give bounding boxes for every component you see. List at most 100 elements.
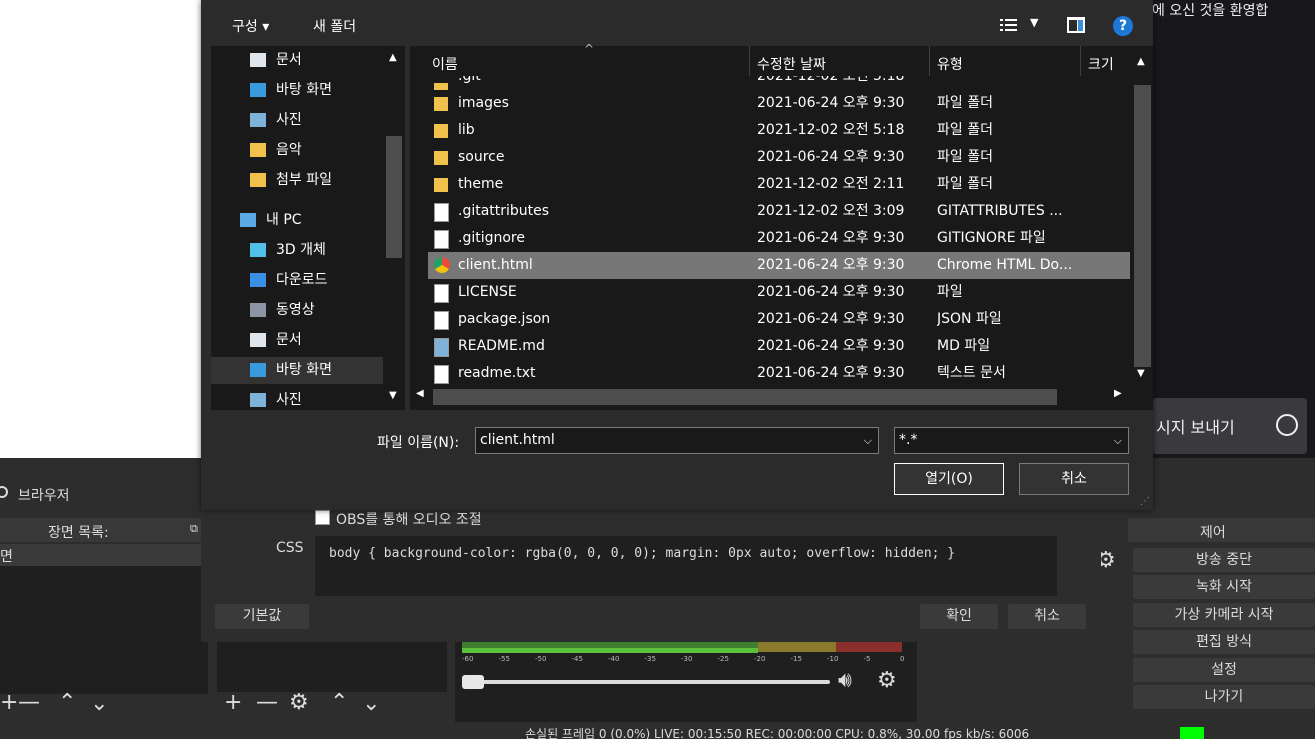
column-header: ^ 이름 수정한 날짜 유형 크기 xyxy=(410,42,1130,76)
remove-source-button[interactable]: — xyxy=(256,690,278,715)
props-cancel-button[interactable]: 취소 xyxy=(1008,604,1086,629)
pc-icon xyxy=(240,213,256,227)
scenes-list[interactable] xyxy=(0,544,208,694)
file-date: 2021-06-24 오후 9:30 xyxy=(757,230,905,246)
meter-tick-label: -30 xyxy=(681,655,693,663)
meter-tick-label: -60 xyxy=(462,655,474,663)
organize-button[interactable]: 구성 ▾ xyxy=(232,16,269,36)
file-row[interactable]: theme 2021-12-02 오전 2:11 파일 폴더 xyxy=(428,171,1130,198)
speaker-icon[interactable]: 🔊︎ xyxy=(838,668,852,693)
radio-icon xyxy=(0,486,8,498)
file-row[interactable]: README.md 2021-06-24 오후 9:30 MD 파일 xyxy=(428,333,1130,360)
file-row[interactable]: client.html 2021-06-24 오후 9:30 Chrome HTML… xyxy=(428,252,1130,279)
browser-source-tab[interactable]: 브라우저 xyxy=(0,482,200,506)
file-list-vscroll-thumb[interactable] xyxy=(1134,85,1151,367)
video-icon xyxy=(250,303,266,317)
scene-item[interactable]: 면 xyxy=(0,544,208,566)
stop-streaming-button[interactable]: 방송 중단 xyxy=(1133,548,1315,572)
nav-scroll-up-icon[interactable]: ▲ xyxy=(389,52,397,63)
preview-pane-icon[interactable] xyxy=(1067,17,1085,33)
file-scroll-down-icon[interactable]: ▼ xyxy=(1137,368,1145,379)
meter-tick-label: -50 xyxy=(535,655,547,663)
studio-mode-button[interactable]: 편집 방식 xyxy=(1133,630,1315,654)
file-row[interactable]: .git2021-12-02 오전 5:18파일 폴더 xyxy=(428,76,1130,90)
browser-source-label: 브라우저 xyxy=(18,488,70,504)
emoji-icon[interactable] xyxy=(1276,414,1298,436)
move-up-icon[interactable]: ⌃ xyxy=(58,690,76,715)
mixer-gear-icon[interactable]: ⚙ xyxy=(877,668,897,693)
file-row[interactable]: readme.txt 2021-06-24 오후 9:30 텍스트 문서 xyxy=(428,360,1130,387)
column-date[interactable]: 수정한 날짜 xyxy=(757,54,826,74)
sources-list[interactable] xyxy=(217,642,447,692)
file-row[interactable]: .gitignore 2021-06-24 오후 9:30 GITIGNORE 파일 xyxy=(428,225,1130,252)
file-scroll-left-icon[interactable]: ◀ xyxy=(416,388,424,399)
move-down-icon[interactable]: ⌃ xyxy=(90,688,108,713)
ok-button[interactable]: 확인 xyxy=(920,604,998,629)
nav-scroll-thumb[interactable] xyxy=(386,136,402,258)
file-name: package.json xyxy=(458,311,551,327)
chat-input-placeholder: 시지 보내기 xyxy=(1156,418,1235,437)
filename-input[interactable]: client.html ⌵ xyxy=(475,427,879,454)
status-bar: 손실된 프레임 0 (0.0%) LIVE: 00:15:50 REC: 00:… xyxy=(0,727,1315,739)
css-textarea[interactable]: body { background-color: rgba(0, 0, 0, 0… xyxy=(315,536,1057,596)
scenes-panel-header: 장면 목록: ⧉ xyxy=(0,518,208,542)
remove-scene-button[interactable]: — xyxy=(18,690,40,715)
markdown-icon xyxy=(434,338,449,357)
folder-icon xyxy=(250,173,266,187)
meter-tick-label: -5 xyxy=(863,655,871,663)
nav-scroll-down-icon[interactable]: ▼ xyxy=(389,390,397,401)
desktop-icon xyxy=(250,83,266,97)
css-label: CSS xyxy=(276,540,304,556)
file-name: .gitignore xyxy=(458,230,525,246)
start-virtual-camera-button[interactable]: 가상 카메라 시작 xyxy=(1133,603,1315,627)
filename-dropdown-chevron-icon[interactable]: ⌵ xyxy=(864,428,872,453)
help-icon[interactable]: ? xyxy=(1113,16,1133,36)
column-size[interactable]: 크기 xyxy=(1088,54,1114,74)
cancel-button[interactable]: 취소 xyxy=(1019,463,1129,495)
file-row[interactable]: lib 2021-12-02 오전 5:18 파일 폴더 xyxy=(428,117,1130,144)
exit-button[interactable]: 나가기 xyxy=(1133,685,1315,709)
file-list-hscroll-thumb[interactable] xyxy=(433,389,1057,405)
undock-icon[interactable]: ⧉ xyxy=(190,522,198,536)
volume-slider-track[interactable] xyxy=(462,680,830,684)
text-file-icon xyxy=(434,365,449,384)
column-type[interactable]: 유형 xyxy=(937,54,963,74)
file-type-filter-select[interactable]: *.* ⌵ xyxy=(894,427,1129,454)
source-up-icon[interactable]: ⌃ xyxy=(330,690,348,715)
new-folder-button[interactable]: 새 폴더 xyxy=(313,16,356,36)
view-dropdown-chevron-icon[interactable]: ▼ xyxy=(1030,16,1038,29)
start-recording-button[interactable]: 녹화 시작 xyxy=(1133,575,1315,599)
meter-tick-label: -35 xyxy=(644,655,656,663)
file-date: 2021-06-24 오후 9:30 xyxy=(757,311,905,327)
file-scroll-up-icon[interactable]: ▲ xyxy=(1137,56,1145,67)
file-row[interactable]: images 2021-06-24 오후 9:30 파일 폴더 xyxy=(428,90,1130,117)
volume-slider-handle[interactable] xyxy=(462,675,484,689)
file-date: 2021-06-24 오후 9:30 xyxy=(757,284,905,300)
view-options-icon[interactable] xyxy=(1000,18,1018,32)
source-down-icon[interactable]: ⌃ xyxy=(362,688,380,713)
column-name[interactable]: 이름 xyxy=(432,54,458,74)
settings-button[interactable]: 설정 xyxy=(1133,658,1315,682)
meter-tick-label: -40 xyxy=(608,655,620,663)
meter-tick-label: -25 xyxy=(717,655,729,663)
filter-dropdown-chevron-icon[interactable]: ⌵ xyxy=(1114,428,1122,453)
add-scene-button[interactable]: + xyxy=(0,690,18,715)
file-icon xyxy=(434,203,449,222)
file-row[interactable]: source 2021-06-24 오후 9:30 파일 폴더 xyxy=(428,144,1130,171)
file-type: 파일 폴더 xyxy=(937,176,993,192)
add-source-button[interactable]: + xyxy=(224,690,242,715)
file-row[interactable]: package.json 2021-06-24 오후 9:30 JSON 파일 xyxy=(428,306,1130,333)
file-row[interactable]: LICENSE 2021-06-24 오후 9:30 파일 xyxy=(428,279,1130,306)
chrome-icon xyxy=(434,257,450,273)
file-scroll-right-icon[interactable]: ▶ xyxy=(1114,388,1122,399)
file-row[interactable]: .gitattributes 2021-12-02 오전 3:09 GITATTRI… xyxy=(428,198,1130,225)
open-button[interactable]: 열기(O) xyxy=(894,463,1004,495)
file-icon xyxy=(434,284,449,303)
nav-item-label: 문서 xyxy=(276,52,302,68)
source-settings-gear-icon[interactable]: ⚙ xyxy=(289,690,309,715)
obs-audio-checkbox[interactable] xyxy=(315,510,330,525)
file-type: 파일 폴더 xyxy=(937,122,993,138)
resize-grip-icon[interactable]: ⋰ xyxy=(1140,496,1150,507)
defaults-button[interactable]: 기본값 xyxy=(215,604,309,629)
document-icon xyxy=(250,333,266,347)
